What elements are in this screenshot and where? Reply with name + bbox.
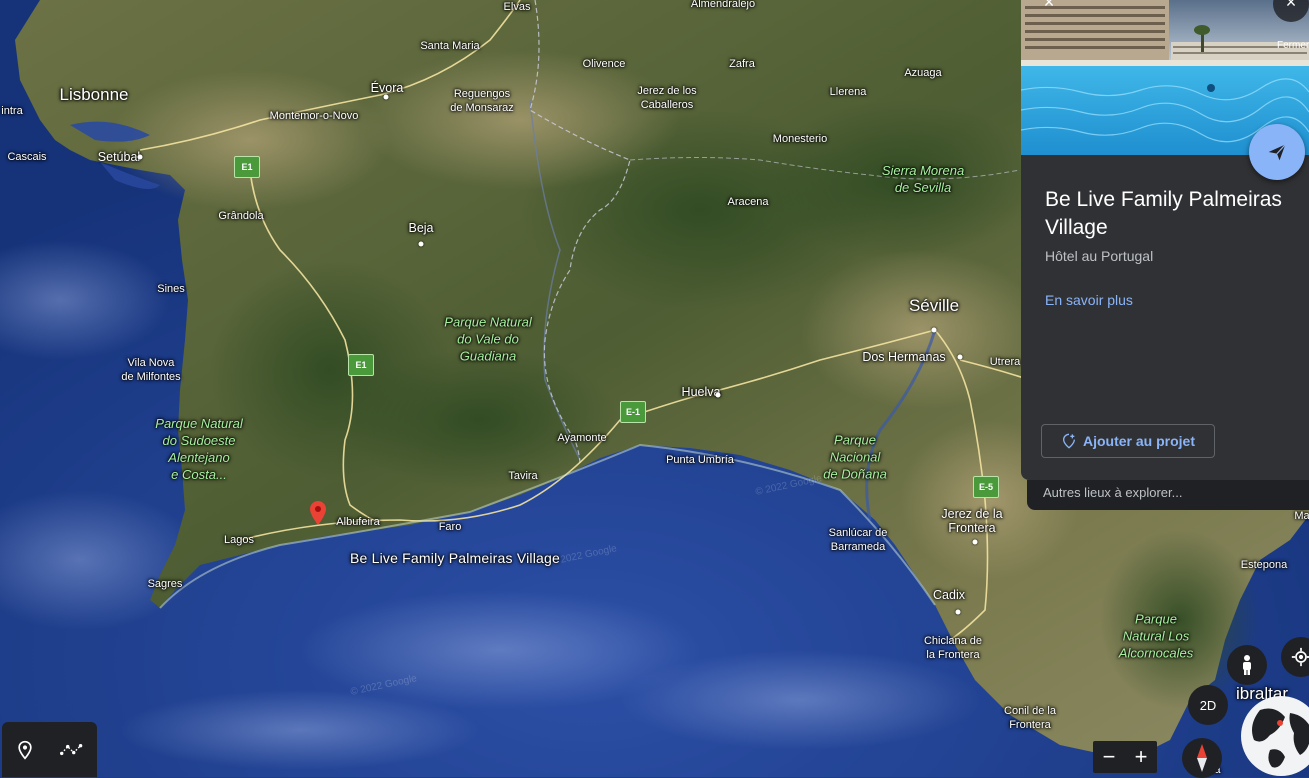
city-dot xyxy=(955,609,961,615)
compass-button[interactable] xyxy=(1182,738,1222,778)
city-dot xyxy=(972,539,978,545)
city-dot xyxy=(137,154,143,160)
city-dot xyxy=(418,241,424,247)
close-icon[interactable]: × xyxy=(1037,0,1061,14)
compass-icon xyxy=(1197,744,1207,772)
add-to-project-label: Ajouter au projet xyxy=(1082,433,1195,449)
zoom-out-button[interactable]: − xyxy=(1103,744,1116,770)
add-to-project-button[interactable]: Ajouter au projet xyxy=(1041,424,1215,458)
location-pin-icon[interactable] xyxy=(310,501,326,525)
city-dot xyxy=(931,327,937,333)
learn-more-link[interactable]: En savoir plus xyxy=(1045,292,1133,308)
explore-more-link[interactable]: Autres lieux à explorer... xyxy=(1027,480,1309,510)
send-icon xyxy=(1268,144,1286,161)
map-tools-toolbar xyxy=(2,722,97,777)
photo-caption: Fermer xyxy=(1277,40,1309,51)
city-dot xyxy=(715,392,721,398)
pegman-icon xyxy=(1243,655,1251,675)
street-view-button[interactable] xyxy=(1227,645,1267,685)
road-shield: E-1 xyxy=(620,401,646,423)
place-subtitle: Hôtel au Portugal xyxy=(1045,248,1154,264)
measure-distance-icon[interactable] xyxy=(60,740,84,760)
city-dot xyxy=(957,354,963,360)
zoom-in-button[interactable]: + xyxy=(1135,744,1148,770)
place-info-panel: Be Live Family Palmeiras Village Hôtel a… xyxy=(1021,0,1309,480)
city-dot xyxy=(383,94,389,100)
place-title: Be Live Family Palmeiras Village xyxy=(1045,188,1282,239)
add-location-icon xyxy=(1062,433,1075,449)
road-shield: E1 xyxy=(234,156,260,178)
road-shield: E-5 xyxy=(973,476,999,498)
crosshair-icon xyxy=(1291,647,1309,667)
share-button[interactable] xyxy=(1249,124,1305,180)
zoom-control: − + xyxy=(1093,741,1157,773)
road-shield: E1 xyxy=(348,354,374,376)
toggle-2d-button[interactable]: 2D xyxy=(1188,685,1228,725)
add-placemark-icon[interactable] xyxy=(15,740,35,760)
